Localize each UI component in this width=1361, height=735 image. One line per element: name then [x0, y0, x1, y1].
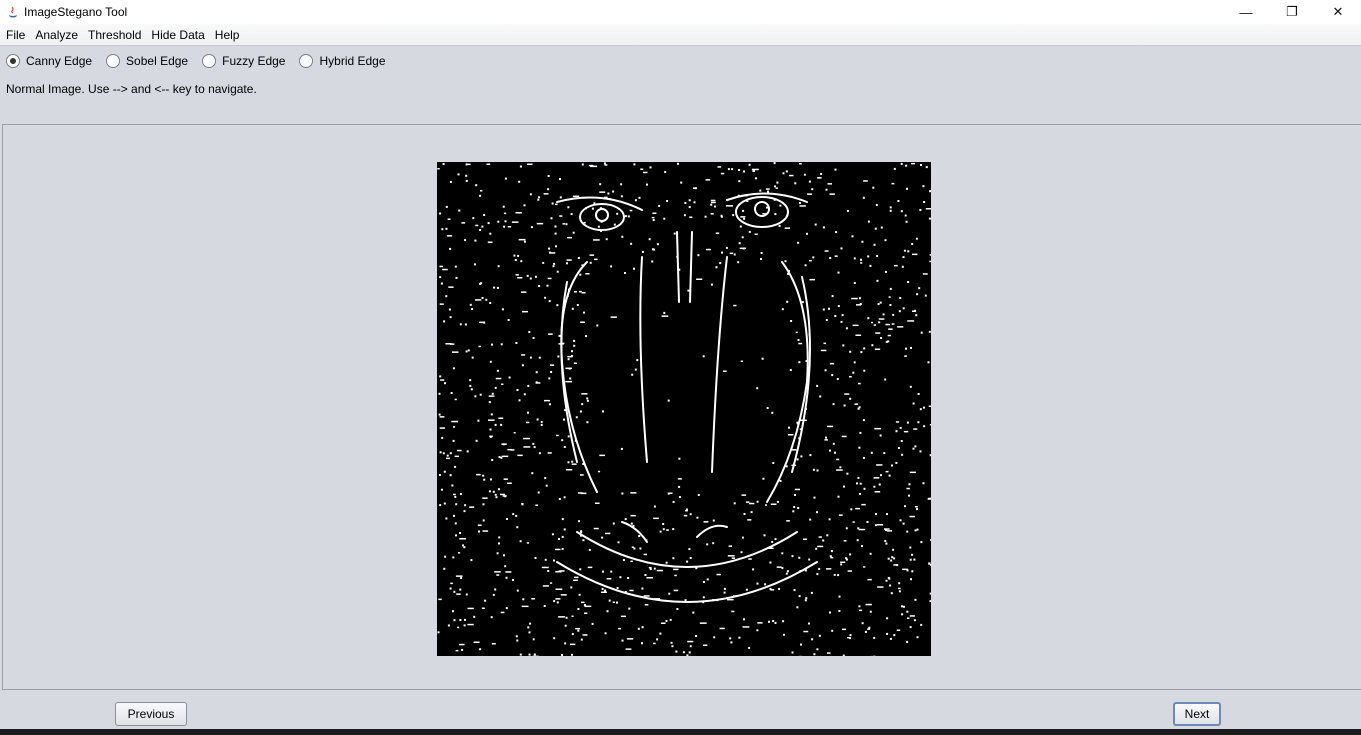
edge-method-group: Canny Edge Sobel Edge Fuzzy Edge Hybrid … — [6, 52, 400, 70]
menu-file[interactable]: File — [2, 28, 29, 42]
minimize-icon[interactable]: — — [1223, 0, 1269, 24]
next-button[interactable]: Next — [1173, 702, 1221, 726]
navigation-hint: Normal Image. Use --> and <-- key to nav… — [6, 82, 257, 96]
radio-canny-edge[interactable]: Canny Edge — [6, 54, 92, 68]
radio-button[interactable] — [106, 54, 121, 68]
radio-fuzzy-edge[interactable]: Fuzzy Edge — [202, 54, 285, 68]
restore-icon[interactable]: ❐ — [1269, 0, 1315, 24]
close-icon[interactable]: ✕ — [1315, 0, 1361, 24]
radio-label: Fuzzy Edge — [222, 54, 286, 68]
window-controls: — ❐ ✕ — [1223, 0, 1361, 24]
radio-label: Sobel Edge — [126, 54, 189, 68]
java-app-icon — [6, 5, 20, 19]
radio-sobel-edge[interactable]: Sobel Edge — [106, 54, 188, 68]
radio-label: Canny Edge — [26, 54, 93, 68]
radio-button-checked[interactable] — [6, 54, 20, 68]
menu-hide-data[interactable]: Hide Data — [147, 28, 208, 42]
title-bar: ImageStegano Tool — ❐ ✕ — [0, 0, 1361, 24]
menu-analyze[interactable]: Analyze — [31, 28, 82, 42]
radio-button[interactable] — [202, 54, 217, 68]
taskbar — [0, 729, 1361, 735]
window-title: ImageStegano Tool — [24, 5, 128, 19]
radio-label: Hybrid Edge — [319, 54, 386, 68]
previous-button[interactable]: Previous — [115, 702, 187, 726]
menu-help[interactable]: Help — [211, 28, 244, 42]
edge-detected-image — [437, 162, 931, 656]
radio-hybrid-edge[interactable]: Hybrid Edge — [299, 54, 386, 68]
menu-threshold[interactable]: Threshold — [84, 28, 145, 42]
menu-bar: File Analyze Threshold Hide Data Help — [0, 24, 1361, 46]
radio-button[interactable] — [299, 54, 314, 68]
image-panel — [2, 124, 1361, 690]
